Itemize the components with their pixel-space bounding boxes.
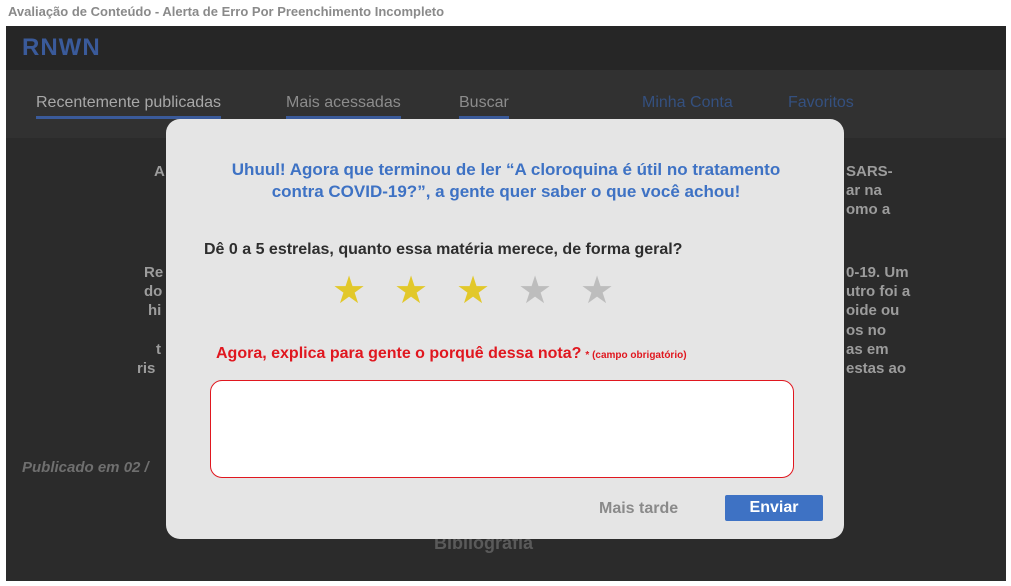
article-text-fragment: estas ao — [846, 360, 907, 377]
star-3-icon[interactable]: ★ — [456, 271, 490, 311]
star-1-icon[interactable]: ★ — [332, 271, 366, 311]
article-text-fragment: Re — [144, 264, 164, 281]
rating-question: Dê 0 a 5 estrelas, quanto essa matéria m… — [204, 241, 683, 258]
article-text-fragment: ar na — [846, 182, 882, 199]
article-text-fragment: utro foi a — [846, 283, 911, 300]
modal-intro-text: Uhuul! Agora que terminou de ler “A clor… — [196, 159, 816, 203]
article-text-fragment: 0-19. Um — [846, 264, 909, 281]
comment-textarea[interactable] — [210, 380, 794, 478]
article-text-fragment: do — [144, 283, 163, 300]
modal-intro-line-2: contra COVID-19?”, a gente quer saber o … — [271, 182, 741, 201]
published-date: Publicado em 02 / — [22, 459, 149, 476]
send-button[interactable]: Enviar — [725, 495, 823, 521]
article-text-fragment: os no — [846, 322, 886, 339]
article-text-fragment: SARS- — [846, 163, 893, 180]
article-text-fragment: oide ou — [846, 302, 900, 319]
explain-label-text: Agora, explica para gente o porquê dessa… — [216, 345, 582, 362]
article-text-fragment: as em — [846, 341, 889, 358]
later-button[interactable]: Mais tarde — [593, 499, 684, 519]
star-2-icon[interactable]: ★ — [394, 271, 428, 311]
rating-modal: Uhuul! Agora que terminou de ler “A clor… — [166, 119, 844, 539]
article-text-fragment: t — [156, 341, 161, 358]
modal-intro-line-1: Uhuul! Agora que terminou de ler “A clor… — [231, 160, 781, 179]
article-text-fragment: hi — [148, 302, 162, 319]
article-text-fragment: A — [154, 163, 165, 180]
star-5-icon[interactable]: ★ — [580, 271, 614, 311]
explain-label: Agora, explica para gente o porquê dessa… — [216, 345, 687, 363]
article-text-fragment: ris — [137, 360, 156, 377]
required-note: * (campo obrigatório) — [585, 350, 687, 361]
article-text-fragment: omo a — [846, 201, 891, 218]
frame-title: Avaliação de Conteúdo - Alerta de Erro P… — [8, 4, 445, 19]
star-4-icon[interactable]: ★ — [518, 271, 552, 311]
